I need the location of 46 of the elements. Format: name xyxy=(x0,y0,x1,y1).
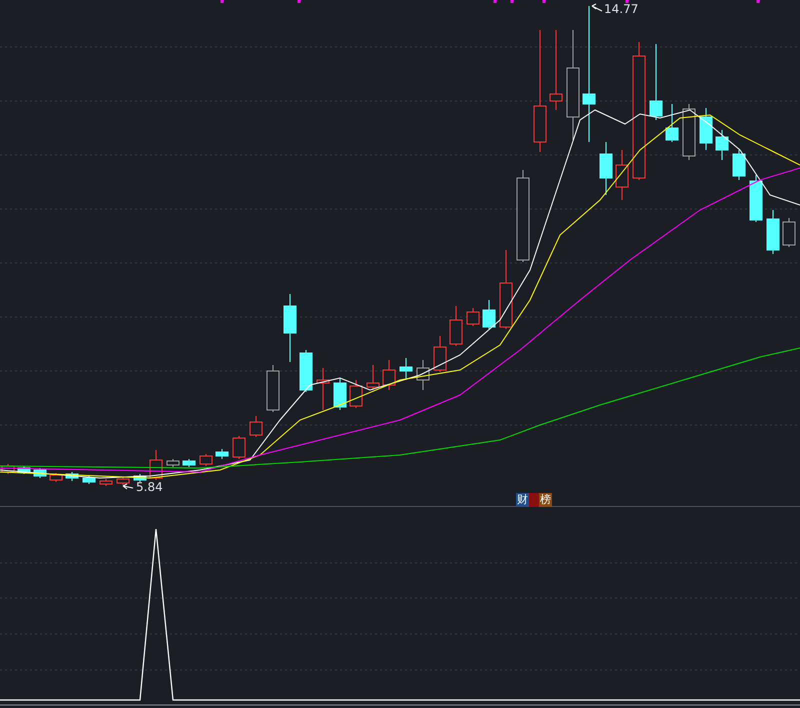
candlestick xyxy=(450,306,462,346)
candlestick xyxy=(300,350,312,392)
candlestick xyxy=(434,336,446,372)
candlestick xyxy=(66,472,78,482)
candlestick xyxy=(416,360,430,390)
candlestick xyxy=(150,450,162,480)
indicator-title: 榜 xyxy=(539,493,552,507)
candlestick xyxy=(82,476,96,484)
low-price-label: 5.84 xyxy=(136,481,163,493)
candlestick xyxy=(232,436,246,460)
candlestick xyxy=(316,368,330,410)
candlestick xyxy=(700,108,712,150)
candlestick xyxy=(666,104,678,142)
garbled-glyph-icon xyxy=(529,493,539,507)
candlestick xyxy=(200,454,212,466)
candlestick xyxy=(716,130,728,160)
high-pointer-icon xyxy=(592,4,602,12)
candlestick xyxy=(284,294,296,362)
candlestick xyxy=(134,474,146,482)
candlestick xyxy=(400,358,412,380)
low-pointer-icon xyxy=(122,484,134,490)
candlestick xyxy=(116,476,130,486)
candlestick xyxy=(732,150,746,180)
candlestick xyxy=(334,378,346,410)
candlestick xyxy=(266,364,280,412)
candlestick xyxy=(34,468,46,478)
candlestick xyxy=(18,466,30,474)
candlestick xyxy=(216,448,228,460)
indicator-title: 财 xyxy=(516,493,529,507)
candlestick xyxy=(382,360,396,390)
candlestick xyxy=(166,458,180,468)
candlestick xyxy=(482,300,496,330)
candlestick xyxy=(366,364,380,390)
candlestick xyxy=(682,104,696,160)
candlestick xyxy=(600,142,612,196)
candlestick xyxy=(466,308,480,326)
high-price-label: 14.77 xyxy=(604,3,638,15)
candlestick xyxy=(782,218,796,248)
candlestick xyxy=(350,380,362,408)
candlestick xyxy=(50,472,62,482)
candlestick xyxy=(182,458,196,468)
candlestick xyxy=(250,416,262,438)
candlestick xyxy=(616,150,628,200)
candlestick xyxy=(100,478,112,486)
candlestick xyxy=(750,174,762,222)
candlestick xyxy=(766,210,780,254)
